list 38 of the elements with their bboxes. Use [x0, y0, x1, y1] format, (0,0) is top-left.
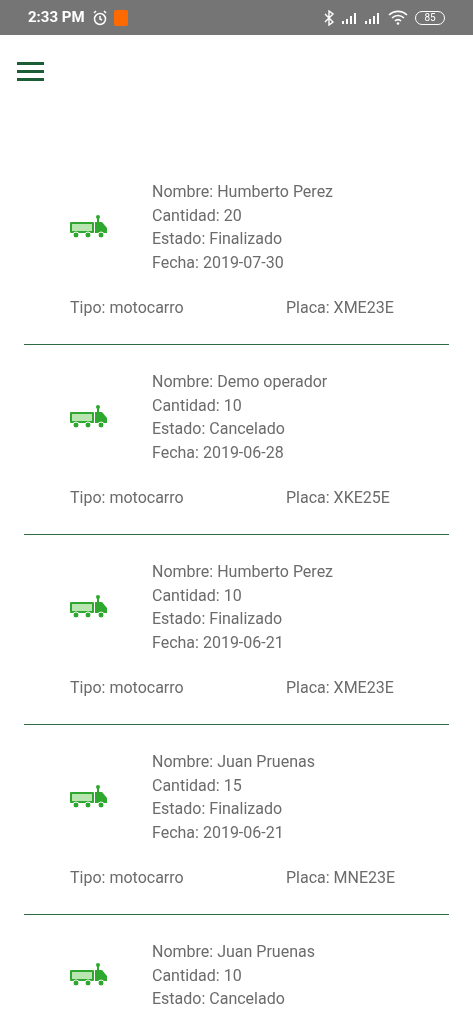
truck-icon [70, 963, 108, 988]
alarm-icon [91, 9, 108, 26]
order-name: Nombre: Humberto Perez [152, 561, 334, 583]
order-name: Nombre: Humberto Perez [152, 181, 334, 203]
status-time: 2:33 PM [28, 7, 85, 29]
order-status: Estado: Cancelado [152, 418, 286, 440]
order-name: Nombre: Juan Pruenas [152, 751, 315, 773]
vehicle-plate: Placa: XME23E [286, 297, 394, 319]
order-name: Nombre: Demo operador [152, 371, 328, 393]
order-date: Fecha: 2019-06-21 [152, 821, 285, 844]
order-date: Fecha: 2019-07-30 [152, 251, 285, 274]
order-quantity: Cantidad: 10 [152, 584, 243, 607]
order-name: Nombre: Juan Pruenas [152, 941, 315, 963]
order-quantity: Cantidad: 20 [152, 204, 243, 227]
order-quantity: Cantidad: 15 [152, 774, 243, 797]
bluetooth-icon [324, 9, 334, 26]
vehicle-plate: Placa: MNE23E [286, 867, 396, 889]
order-quantity: Cantidad: 10 [152, 394, 243, 417]
order-status: Estado: Finalizado [152, 228, 284, 250]
order-date: Fecha: 2019-06-21 [152, 631, 285, 654]
truck-icon [70, 785, 108, 809]
order-quantity: Cantidad: 10 [152, 964, 243, 987]
vehicle-type: Tipo: motocarro [70, 867, 185, 889]
truck-icon [70, 405, 108, 429]
order-status: Estado: Cancelado [152, 988, 286, 1010]
vehicle-type: Tipo: motocarro [70, 677, 185, 699]
vehicle-type: Tipo: motocarro [70, 487, 185, 509]
vehicle-plate: Placa: XKE25E [286, 487, 390, 509]
truck-icon [70, 215, 108, 239]
truck-icon [70, 595, 108, 619]
order-date: Fecha: 2019-06-28 [152, 441, 285, 464]
menu-button[interactable] [17, 62, 44, 81]
notification-icon [113, 9, 128, 26]
vehicle-plate: Placa: XME23E [286, 677, 394, 699]
wifi-icon [388, 10, 408, 25]
vehicle-type: Tipo: motocarro [70, 297, 185, 319]
order-status: Estado: Finalizado [152, 608, 284, 630]
order-status: Estado: Finalizado [152, 798, 284, 820]
